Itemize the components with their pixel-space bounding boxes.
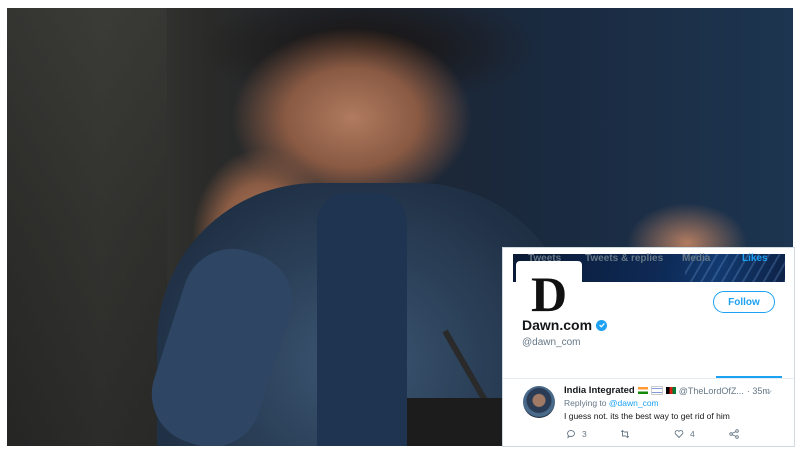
like-count: 4 xyxy=(690,429,695,439)
share-action[interactable] xyxy=(729,429,739,439)
tweet-author-handle[interactable]: @TheLordOfZ... xyxy=(679,386,744,396)
tab-tweets[interactable]: Tweets xyxy=(528,253,561,264)
verified-badge-icon xyxy=(596,319,608,331)
reply-icon xyxy=(567,430,575,439)
tweet-author-avatar[interactable] xyxy=(523,386,555,418)
tab-likes[interactable]: Likes xyxy=(742,253,768,264)
profile-name[interactable]: Dawn.com xyxy=(522,317,608,333)
photo-backdrop xyxy=(7,8,167,446)
reply-count: 3 xyxy=(582,429,587,439)
tweet-author-name[interactable]: India Integrated xyxy=(564,385,635,396)
replying-prefix: Replying to xyxy=(564,398,609,408)
twitter-profile-card: D Follow Dawn.com @dawn_com Tweets Tweet… xyxy=(503,248,794,446)
photo-shirt xyxy=(317,193,407,446)
retweet-icon xyxy=(620,429,630,439)
tweet-text: I guess not. its the best way to get rid… xyxy=(564,411,730,421)
retweet-action[interactable] xyxy=(620,429,630,439)
heart-icon xyxy=(674,430,684,439)
share-icon xyxy=(729,429,739,439)
replying-to: Replying to @dawn_com xyxy=(564,398,659,408)
follow-button[interactable]: Follow xyxy=(713,291,775,313)
tweet-actions: 3 4 xyxy=(564,429,784,441)
like-action[interactable]: 4 xyxy=(674,429,695,439)
tweet-header: India Integrated @TheLordOfZ... · 35m xyxy=(564,385,770,396)
tabs-divider xyxy=(503,378,794,379)
india-flag-icon xyxy=(637,387,648,394)
replying-to-link[interactable]: @dawn_com xyxy=(609,398,659,408)
afghanistan-flag-icon xyxy=(665,387,676,394)
tab-tweets-replies[interactable]: Tweets & replies xyxy=(585,253,663,264)
reply-action[interactable]: 3 xyxy=(566,429,587,439)
tab-media[interactable]: Media xyxy=(682,253,710,264)
avatar-letter: D xyxy=(530,266,568,322)
israel-flag-icon xyxy=(650,386,663,395)
profile-handle: @dawn_com xyxy=(522,337,581,348)
chevron-down-icon[interactable]: ⌵ xyxy=(765,386,772,397)
profile-name-text: Dawn.com xyxy=(522,317,593,333)
